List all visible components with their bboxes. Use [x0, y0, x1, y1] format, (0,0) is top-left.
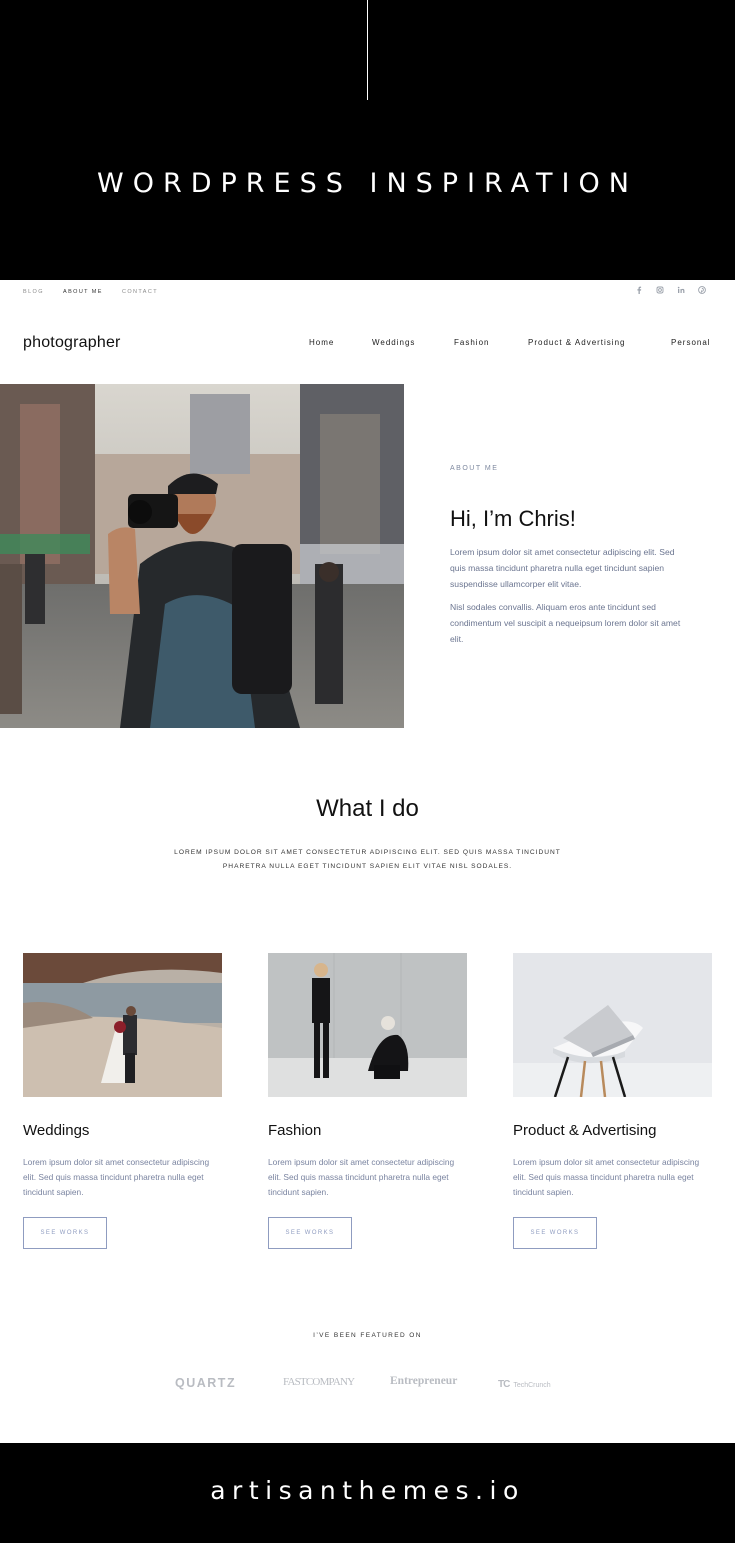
what-i-do-subtitle: LOREM IPSUM DOLOR SIT AMET CONSECTETUR A… — [174, 849, 561, 870]
see-works-button-weddings[interactable]: SEE WORKS — [23, 1217, 107, 1249]
instagram-icon[interactable] — [655, 285, 665, 295]
nav-item-product-advertising[interactable]: Product & Advertising — [528, 338, 625, 347]
service-title-weddings: Weddings — [23, 1122, 90, 1139]
about-photo — [0, 384, 404, 728]
footer-site-name: artisanthemes.io — [210, 1476, 525, 1505]
utility-link-contact[interactable]: CONTACT — [122, 289, 158, 295]
see-works-button-product-advertising[interactable]: SEE WORKS — [513, 1217, 597, 1249]
linkedin-icon[interactable] — [676, 285, 686, 295]
service-text-weddings: Lorem ipsum dolor sit amet consectetur a… — [23, 1157, 210, 1197]
fastcompany-logo: FASTCOMPANY — [283, 1376, 355, 1388]
techcrunch-logo: TC TechCrunch — [498, 1379, 551, 1390]
bottom-banner: artisanthemes.io — [0, 1443, 735, 1543]
about-eyebrow: ABOUT ME — [450, 465, 499, 472]
product-advertising-image[interactable] — [513, 953, 712, 1097]
service-text-fashion: Lorem ipsum dolor sit amet consectetur a… — [268, 1157, 455, 1197]
site-header: photographer Home Weddings Fashion Produ… — [0, 320, 735, 366]
service-title-product-advertising: Product & Advertising — [513, 1122, 657, 1139]
techcrunch-wordmark: TechCrunch — [513, 1382, 551, 1389]
see-works-button-fashion[interactable]: SEE WORKS — [268, 1217, 352, 1249]
utility-link-blog[interactable]: BLOG — [23, 289, 44, 295]
nav-item-fashion[interactable]: Fashion — [454, 338, 489, 347]
weddings-image[interactable] — [23, 953, 222, 1097]
site-logo[interactable]: photographer — [23, 334, 121, 352]
featured-label: I’VE BEEN FEATURED ON — [313, 1332, 422, 1339]
nav-item-personal[interactable]: Personal — [671, 338, 711, 347]
service-text-product-advertising: Lorem ipsum dolor sit amet consectetur a… — [513, 1157, 700, 1197]
facebook-icon[interactable] — [634, 285, 644, 295]
about-paragraph-2: Nisl sodales convallis. Aliquam eros ant… — [450, 602, 681, 644]
banner-title: WORDPRESS INSPIRATION — [97, 168, 638, 199]
utility-bar: BLOG ABOUT ME CONTACT — [0, 280, 735, 304]
about-heading: Hi, I’m Chris! — [450, 506, 576, 531]
techcrunch-mark: TC — [498, 1379, 510, 1390]
what-i-do-title: What I do — [316, 795, 419, 822]
quartz-logo: QUARTZ — [175, 1376, 237, 1390]
divider-line — [367, 0, 368, 100]
utility-link-about-me[interactable]: ABOUT ME — [63, 289, 103, 295]
about-paragraph-1: Lorem ipsum dolor sit amet consectetur a… — [450, 547, 675, 589]
service-title-fashion: Fashion — [268, 1122, 322, 1139]
top-banner: WORDPRESS INSPIRATION — [0, 0, 735, 280]
pinterest-icon[interactable] — [697, 285, 707, 295]
nav-item-home[interactable]: Home — [309, 338, 334, 347]
nav-item-weddings[interactable]: Weddings — [372, 338, 415, 347]
fashion-image[interactable] — [268, 953, 467, 1097]
entrepreneur-logo: Entrepreneur — [390, 1375, 458, 1387]
